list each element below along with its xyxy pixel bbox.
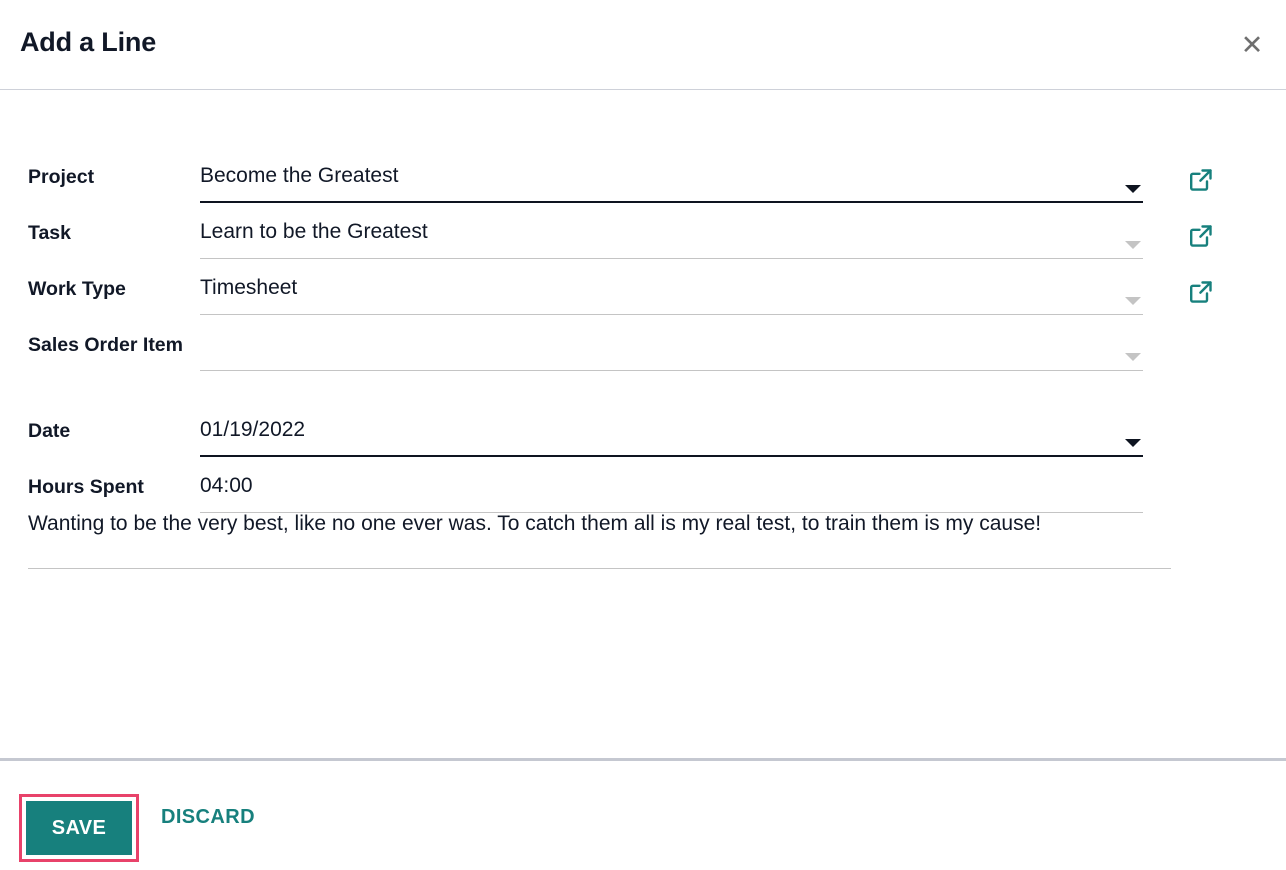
task-value: Learn to be the Greatest	[200, 220, 428, 243]
task-field[interactable]: Learn to be the Greatest	[200, 211, 1143, 259]
description-text: Wanting to be the very best, like no one…	[28, 512, 1042, 535]
external-link-icon-work-type[interactable]	[1188, 279, 1214, 305]
chevron-down-icon[interactable]	[1125, 297, 1141, 305]
field-label-task: Task	[0, 211, 200, 246]
save-button-highlight: SAVE	[19, 794, 139, 862]
field-label-work-type-text: Work Type	[28, 278, 126, 300]
line-form: Project Become the Greatest Task Learn t…	[0, 155, 1286, 521]
page-title: Add a Line	[20, 27, 157, 57]
field-label-sales-order-item: Sales Order Item	[0, 323, 200, 358]
external-link-icon-task[interactable]	[1188, 223, 1214, 249]
work-type-value: Timesheet	[200, 276, 298, 299]
form-row-project: Project Become the Greatest	[0, 155, 1286, 211]
date-value: 01/19/2022	[200, 418, 306, 441]
sales-order-item-field[interactable]	[200, 323, 1143, 371]
form-row-work-type: Work Type Timesheet	[0, 267, 1286, 323]
field-label-project: Project	[0, 155, 200, 190]
field-label-date-text: Date	[28, 420, 71, 442]
external-link-icon-project[interactable]	[1188, 167, 1214, 193]
field-label-work-type: Work Type	[0, 267, 200, 302]
project-value: Become the Greatest	[200, 164, 399, 187]
chevron-down-icon[interactable]	[1125, 439, 1141, 447]
task-underline	[200, 258, 1143, 259]
sales-order-item-value	[200, 323, 1143, 359]
work-type-field[interactable]: Timesheet	[200, 267, 1143, 315]
sales-order-item-underline	[200, 370, 1143, 371]
chevron-down-icon[interactable]	[1125, 185, 1141, 193]
date-underline	[200, 455, 1143, 457]
project-field[interactable]: Become the Greatest	[200, 155, 1143, 203]
save-button[interactable]: SAVE	[26, 801, 132, 855]
description-underline	[28, 568, 1171, 569]
field-label-task-text: Task	[28, 222, 71, 244]
discard-button[interactable]: DISCARD	[161, 806, 255, 829]
dialog-header: Add a Line ✕	[0, 0, 1286, 90]
chevron-down-icon[interactable]	[1125, 241, 1141, 249]
work-type-underline	[200, 314, 1143, 315]
field-label-sales-order-item-text: Sales Order Item	[28, 334, 183, 356]
field-label-hours-spent: Hours Spent	[0, 465, 200, 500]
project-underline	[200, 201, 1143, 203]
add-a-line-dialog: Add a Line ✕ Project Become the Greatest	[0, 0, 1286, 870]
description-field[interactable]: Wanting to be the very best, like no one…	[28, 505, 1171, 569]
field-label-hours-spent-text: Hours Spent	[28, 476, 144, 498]
date-field[interactable]: 01/19/2022	[200, 409, 1143, 457]
chevron-down-icon[interactable]	[1125, 353, 1141, 361]
dialog-footer: SAVE DISCARD	[0, 758, 1286, 870]
form-row-task: Task Learn to be the Greatest	[0, 211, 1286, 267]
dialog-body: Project Become the Greatest Task Learn t…	[0, 90, 1286, 758]
hours-spent-value: 04:00	[200, 474, 253, 497]
form-row-date: Date 01/19/2022	[0, 409, 1286, 465]
field-label-project-text: Project	[28, 166, 95, 188]
field-label-date: Date	[0, 409, 200, 444]
close-icon[interactable]: ✕	[1235, 28, 1269, 62]
form-row-sales-order-item: Sales Order Item	[0, 323, 1286, 409]
